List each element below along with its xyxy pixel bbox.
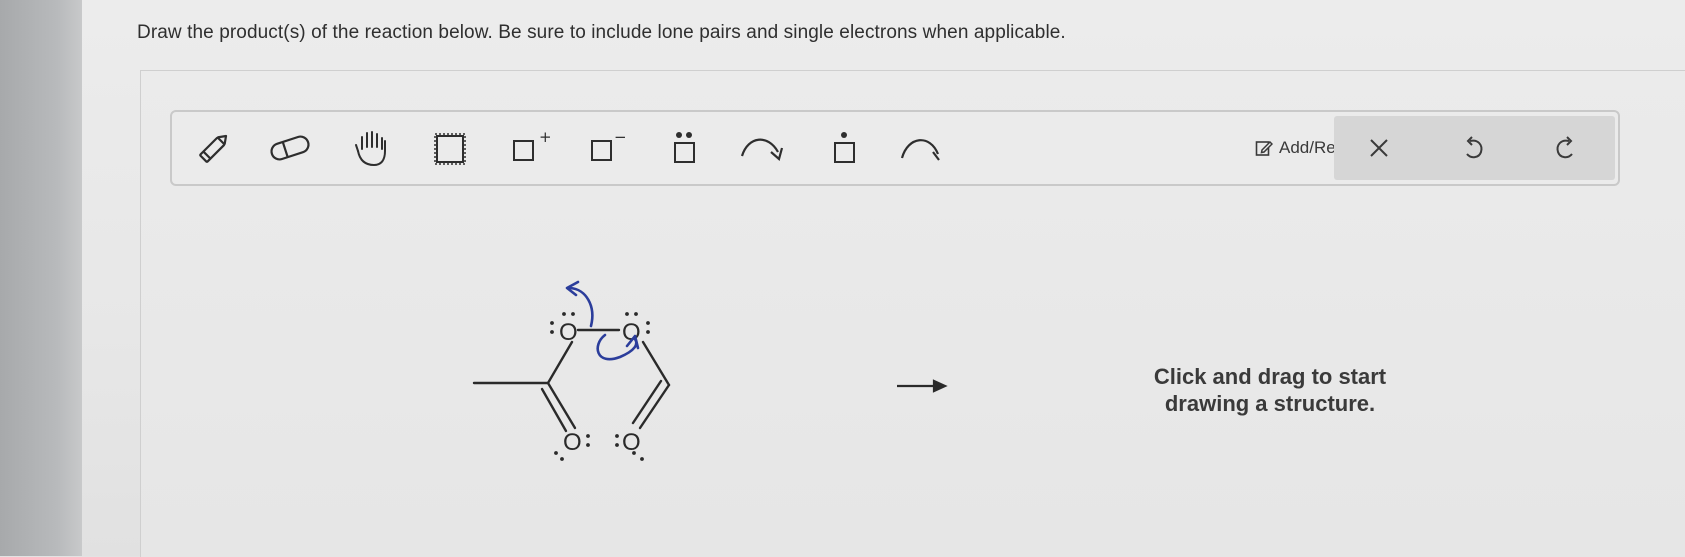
canvas-hint-line1: Click and drag to start: [1153, 364, 1387, 389]
atom-o4: O: [622, 429, 641, 456]
reaction-arrow: [897, 379, 948, 393]
reaction-scheme: O O O O: [472, 280, 948, 461]
c-o-bond-right: [641, 340, 671, 387]
canvas-hint[interactable]: Click and drag to start drawing a struct…: [1120, 363, 1420, 417]
c-o-bond-left: [546, 340, 574, 385]
canvas-hint-line2: drawing a structure.: [1164, 391, 1376, 416]
atom-o3: O: [563, 429, 582, 456]
atom-o1: O: [559, 319, 578, 346]
